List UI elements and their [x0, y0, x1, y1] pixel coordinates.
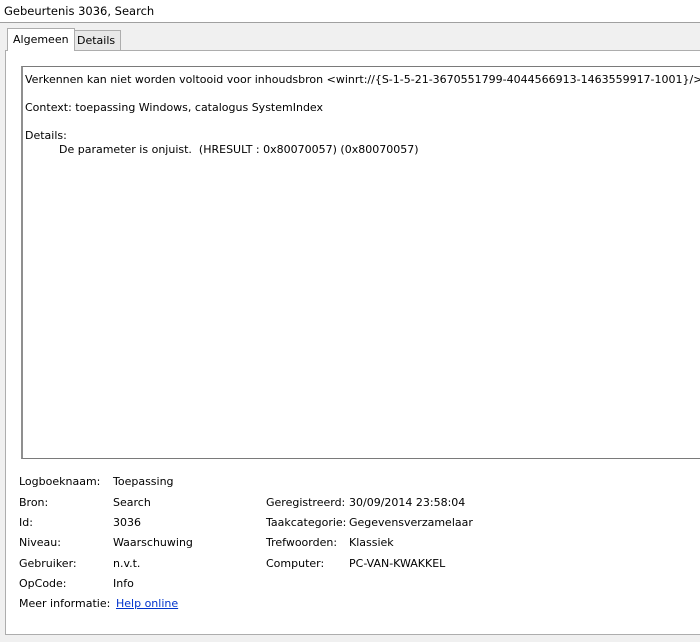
level-value: Waarschuwing: [113, 536, 193, 549]
logged-label: Geregistreerd:: [266, 496, 346, 509]
more-info-label: Meer informatie:: [19, 597, 111, 610]
help-online-link[interactable]: Help online: [116, 597, 178, 610]
window-titlebar: Gebeurtenis 3036, Search: [0, 0, 700, 23]
log-name-value: Toepassing: [113, 475, 174, 488]
event-message-box[interactable]: Verkennen kan niet worden voltooid voor …: [21, 66, 700, 459]
level-label: Niveau:: [19, 536, 61, 549]
message-line-3: Details:: [25, 129, 67, 142]
tab-panel-algemeen: Verkennen kan niet worden voltooid voor …: [5, 50, 700, 635]
keywords-value: Klassiek: [349, 536, 394, 549]
window-title: Gebeurtenis 3036, Search: [4, 4, 155, 18]
opcode-label: OpCode:: [19, 577, 67, 590]
opcode-value: Info: [113, 577, 134, 590]
id-value: 3036: [113, 516, 141, 529]
source-label: Bron:: [19, 496, 49, 509]
computer-value: PC-VAN-KWAKKEL: [349, 557, 446, 570]
logged-value: 30/09/2014 23:58:04: [349, 496, 466, 509]
message-line-4: De parameter is onjuist. (HRESULT : 0x80…: [59, 143, 419, 156]
window-bottom-edge: [0, 635, 700, 642]
message-line-1: Verkennen kan niet worden voltooid voor …: [25, 73, 700, 86]
computer-label: Computer:: [266, 557, 325, 570]
tab-details[interactable]: Details: [71, 30, 122, 50]
tab-algemeen[interactable]: Algemeen: [7, 28, 75, 51]
user-label: Gebruiker:: [19, 557, 77, 570]
keywords-label: Trefwoorden:: [266, 536, 338, 549]
id-label: Id:: [19, 516, 33, 529]
source-value: Search: [113, 496, 151, 509]
message-line-2: Context: toepassing Windows, catalogus S…: [25, 101, 324, 114]
task-category-label: Taakcategorie:: [266, 516, 347, 529]
log-name-label: Logboeknaam:: [19, 475, 101, 488]
user-value: n.v.t.: [113, 557, 141, 570]
task-category-value: Gegevensverzamelaar: [349, 516, 473, 529]
